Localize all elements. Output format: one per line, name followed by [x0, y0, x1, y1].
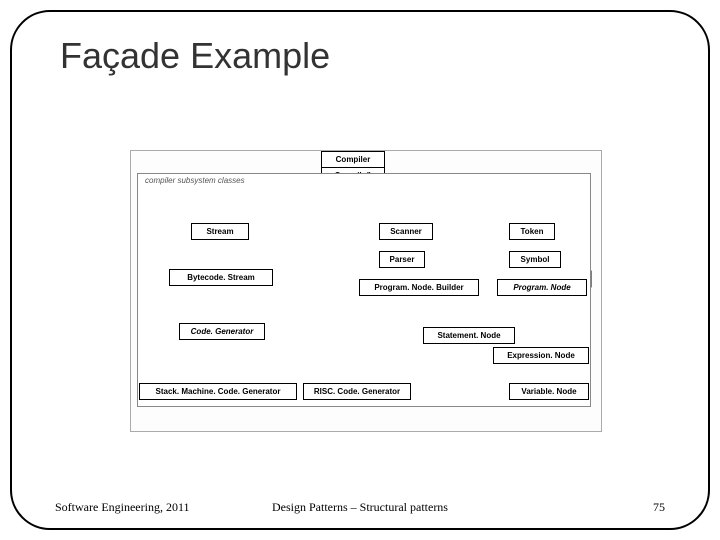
box-pnb: Program. Node. Builder	[359, 279, 479, 296]
box-token: Token	[509, 223, 555, 240]
box-stack-machine: Stack. Machine. Code. Generator	[139, 383, 297, 400]
slide-title: Façade Example	[60, 35, 330, 77]
box-stream: Stream	[191, 223, 249, 240]
footer-right: 75	[653, 500, 665, 515]
box-variable-node: Variable. Node	[509, 383, 589, 400]
label-compiler-name: Compiler	[322, 152, 384, 168]
box-statement-node: Statement. Node	[423, 327, 515, 344]
footer-center: Design Patterns – Structural patterns	[0, 500, 720, 515]
box-program-node: Program. Node	[497, 279, 587, 296]
box-code-generator: Code. Generator	[179, 323, 265, 340]
box-symbol: Symbol	[509, 251, 561, 268]
box-bytecode-stream: Bytecode. Stream	[169, 269, 273, 286]
subsystem-label: compiler subsystem classes	[145, 177, 245, 186]
box-risc: RISC. Code. Generator	[303, 383, 411, 400]
diagram-container: Compiler Compile() compiler subsystem cl…	[130, 150, 602, 432]
box-scanner: Scanner	[379, 223, 433, 240]
box-parser: Parser	[379, 251, 425, 268]
box-expression-node: Expression. Node	[493, 347, 589, 364]
